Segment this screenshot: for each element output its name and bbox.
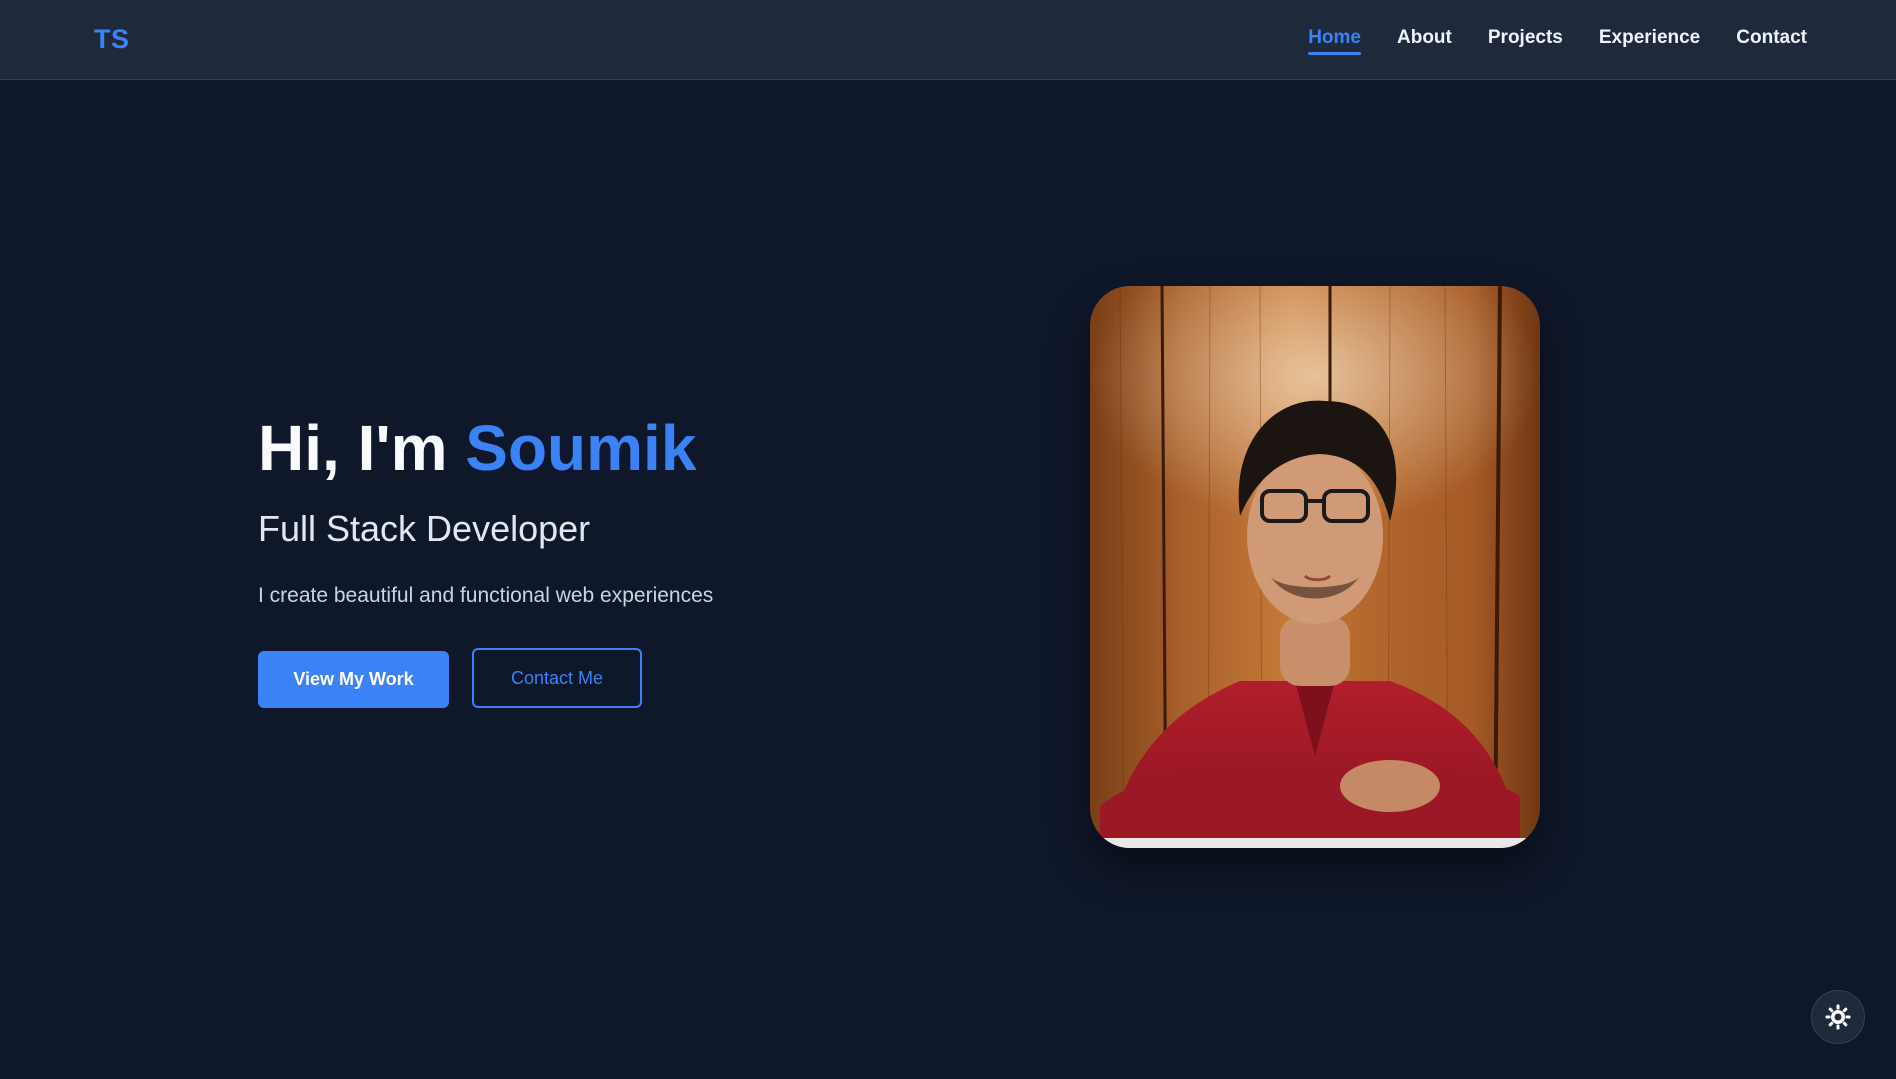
hero-buttons: View My Work Contact Me — [258, 648, 958, 708]
hero-section: Hi, I'm Soumik Full Stack Developer I cr… — [258, 408, 958, 708]
hero-description: I create beautiful and functional web ex… — [258, 584, 714, 607]
navbar: TS Home About Projects Experience Contac… — [0, 0, 1896, 80]
hero-name: Soumik — [465, 408, 697, 488]
hero-subtitle: Full Stack Developer — [258, 508, 591, 549]
nav-link-projects[interactable]: Projects — [1488, 27, 1563, 55]
logo[interactable]: TS — [94, 24, 130, 55]
nav-link-contact[interactable]: Contact — [1736, 27, 1807, 55]
contact-me-button[interactable]: Contact Me — [472, 648, 642, 708]
nav-link-about[interactable]: About — [1397, 27, 1452, 55]
profile-photo-illustration — [1090, 286, 1540, 848]
nav-link-experience[interactable]: Experience — [1599, 27, 1700, 55]
theme-toggle-button[interactable] — [1811, 990, 1865, 1044]
profile-photo — [1090, 286, 1540, 848]
view-my-work-button[interactable]: View My Work — [258, 651, 449, 708]
sun-icon — [1825, 1004, 1851, 1030]
hero-title: Hi, I'm Soumik — [258, 408, 958, 488]
hero-greeting: Hi, I'm — [258, 412, 466, 484]
nav-link-home[interactable]: Home — [1308, 27, 1361, 55]
nav-links: Home About Projects Experience Contact — [1308, 27, 1807, 55]
